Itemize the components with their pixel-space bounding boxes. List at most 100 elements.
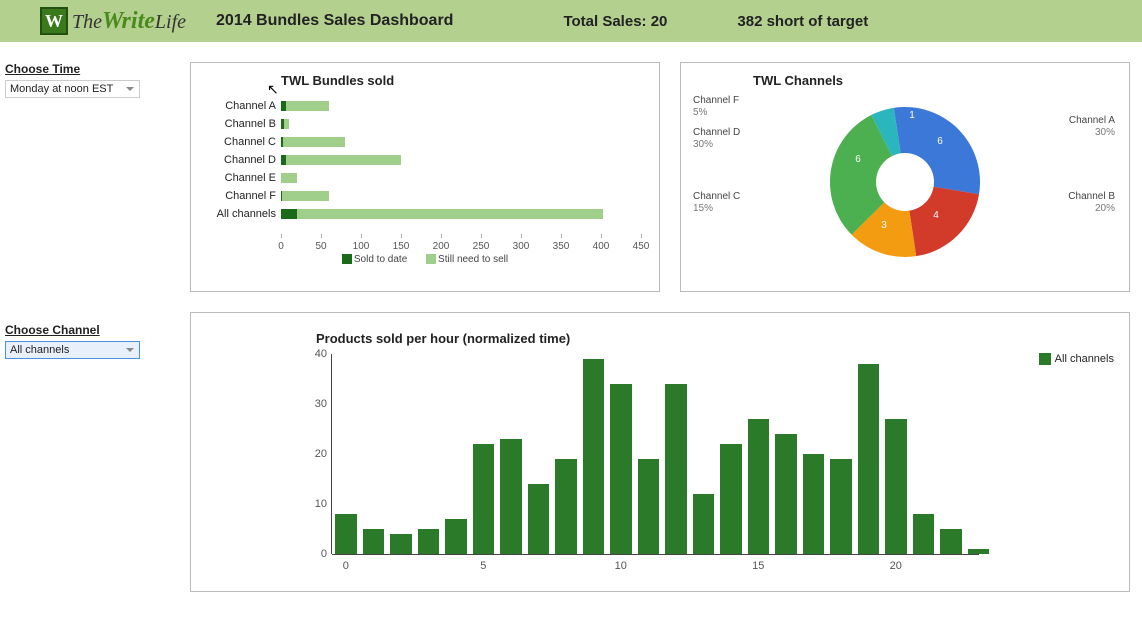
col-xtick-label: 0 — [343, 560, 349, 572]
bundles-sold-legend: Sold to date Still need to sell — [201, 254, 649, 265]
bundles-sold-title: TWL Bundles sold — [281, 73, 649, 88]
donut-val-c: 3 — [877, 220, 891, 231]
hbar-seg-need — [281, 173, 297, 183]
total-sales-stat: Total Sales: 20 — [563, 13, 667, 30]
col-bar — [913, 514, 935, 554]
col-ytick-label: 40 — [302, 348, 327, 360]
cursor-arrow-icon: ↖ — [267, 81, 279, 98]
hbar-xtick-line — [641, 234, 642, 238]
hbar-category-label: Channel A — [206, 100, 276, 112]
col-bar — [528, 484, 550, 554]
hbar-seg-need — [297, 209, 603, 219]
logo-write: Write — [102, 8, 155, 34]
hbar-row: Channel D — [281, 154, 639, 166]
hbar-xtick: 250 — [473, 241, 490, 252]
choose-time-select[interactable]: Monday at noon EST — [5, 80, 140, 98]
col-bar — [638, 459, 660, 554]
hbar-seg-need — [284, 119, 289, 129]
col-ytick-label: 10 — [302, 498, 327, 510]
hbar-category-label: Channel C — [206, 136, 276, 148]
col-bar — [830, 459, 852, 554]
hourly-legend-swatch-icon — [1039, 353, 1051, 365]
donut-val-a: 6 — [933, 136, 947, 147]
hourly-panel: Products sold per hour (normalized time)… — [190, 312, 1130, 592]
hbar-row: Channel E — [281, 172, 639, 184]
channels-panel: TWL Channels 6 4 3 6 1 Channel A 30% — [680, 62, 1130, 292]
col-bar — [500, 439, 522, 554]
hbar-xtick-line — [481, 234, 482, 238]
col-xtick-label: 20 — [890, 560, 902, 572]
hourly-legend-label: All channels — [1055, 353, 1114, 365]
hbar-xtick-line — [361, 234, 362, 238]
choose-channel-select[interactable]: All channels — [5, 341, 140, 359]
col-baseline — [332, 554, 979, 555]
choose-time-value: Monday at noon EST — [10, 83, 113, 95]
col-bar — [775, 434, 797, 554]
legend-swatch-sold-icon — [342, 254, 352, 264]
col-bar — [390, 534, 412, 554]
legend-swatch-need-icon — [426, 254, 436, 264]
col-bar — [940, 529, 962, 554]
hbar-category-label: Channel E — [206, 172, 276, 184]
col-bar — [473, 444, 495, 554]
logo-mark-icon: W — [40, 7, 68, 35]
col-ytick-label: 20 — [302, 448, 327, 460]
donut-label-a: Channel A 30% — [1069, 115, 1115, 139]
donut-label-d: Channel D 30% — [693, 127, 740, 151]
hbar-xtick-line — [401, 234, 402, 238]
hbar-xtick: 200 — [433, 241, 450, 252]
col-bar — [445, 519, 467, 554]
hbar-category-label: Channel D — [206, 154, 276, 166]
logo: W TheWriteLife — [40, 7, 186, 35]
col-xtick-label: 10 — [615, 560, 627, 572]
hbar-xtick-line — [441, 234, 442, 238]
bundles-sold-chart: Channel AChannel BChannel CChannel DChan… — [281, 94, 639, 254]
donut-val-e: 1 — [905, 110, 919, 121]
hbar-xtick: 450 — [633, 241, 650, 252]
col-bar — [363, 529, 385, 554]
col-xtick-label: 15 — [752, 560, 764, 572]
col-bar — [610, 384, 632, 554]
col-bar — [335, 514, 357, 554]
col-bar — [885, 419, 907, 554]
hbar-xtick-line — [601, 234, 602, 238]
hbar-xtick: 350 — [553, 241, 570, 252]
col-ytick-label: 30 — [302, 398, 327, 410]
hbar-row: Channel B — [281, 118, 639, 130]
col-bar — [803, 454, 825, 554]
hbar-xtick: 150 — [393, 241, 410, 252]
filter-sidebar: Choose Time Monday at noon EST Choose Ch… — [5, 62, 170, 592]
donut-label-f: Channel F 5% — [693, 95, 739, 119]
col-ytick-label: 0 — [302, 548, 327, 560]
hourly-chart: 01020304005101520 — [331, 354, 979, 554]
bundles-sold-x-axis: 050100150200250300350400450 — [281, 234, 629, 254]
hbar-seg-sold — [281, 209, 297, 219]
choose-channel-value: All channels — [10, 344, 69, 356]
short-of-target-stat: 382 short of target — [737, 13, 868, 30]
hourly-legend: All channels — [1039, 353, 1114, 365]
hbar-xtick-line — [521, 234, 522, 238]
col-bar — [555, 459, 577, 554]
hbar-category-label: Channel B — [206, 118, 276, 130]
hbar-category-label: Channel F — [206, 190, 276, 202]
col-xtick-label: 5 — [480, 560, 486, 572]
choose-channel-label: Choose Channel — [5, 323, 170, 337]
hbar-xtick: 300 — [513, 241, 530, 252]
col-bar — [693, 494, 715, 554]
hbar-row: All channels — [281, 208, 639, 220]
legend-sold-label: Sold to date — [354, 254, 407, 265]
channels-donut-chart: 6 4 3 6 1 — [815, 92, 995, 272]
logo-text: TheWriteLife — [72, 8, 186, 35]
col-bar — [720, 444, 742, 554]
hbar-row: Channel F — [281, 190, 639, 202]
hbar-row: Channel C — [281, 136, 639, 148]
page-title: 2014 Bundles Sales Dashboard — [216, 12, 453, 30]
hbar-seg-need — [283, 137, 345, 147]
hbar-xtick: 50 — [315, 241, 326, 252]
col-bar — [583, 359, 605, 554]
hbar-xtick-line — [321, 234, 322, 238]
hbar-seg-need — [282, 191, 329, 201]
donut-val-d: 6 — [851, 154, 865, 165]
hbar-xtick: 400 — [593, 241, 610, 252]
hbar-seg-need — [286, 155, 401, 165]
